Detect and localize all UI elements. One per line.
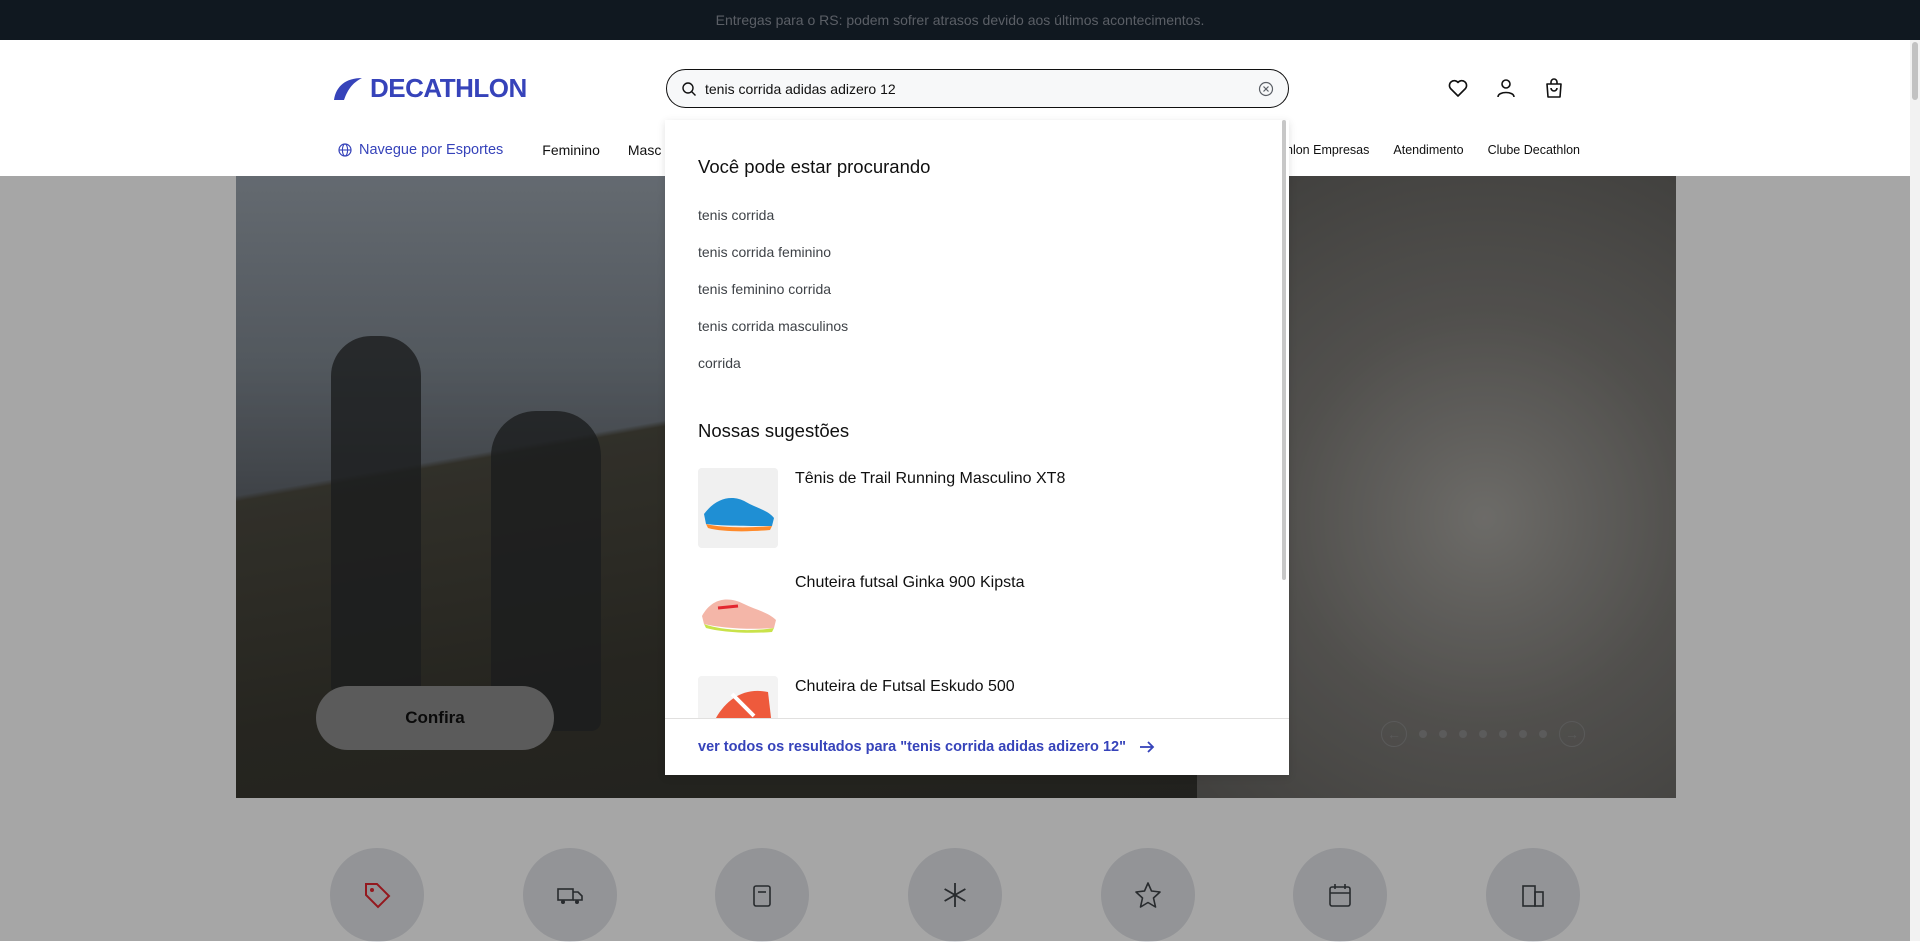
account-button[interactable] [1494,76,1518,100]
browse-sports-label: Navegue por Esportes [359,142,504,158]
products-title: Nossas sugestões [698,420,850,441]
nav-item-feminino[interactable]: Feminino [542,142,600,158]
announcement-banner: Entregas para o RS: podem sofrer atrasos… [0,0,1920,40]
product-thumbnail [698,468,778,548]
header-actions [1446,76,1566,100]
page-scrollbar[interactable] [1910,40,1920,941]
browse-sports-button[interactable]: Navegue por Esportes [338,142,503,158]
logo-mark-icon [334,77,362,100]
see-all-results-link[interactable]: ver todos os resultados para "tenis corr… [665,718,1289,775]
dropdown-scrollbar[interactable] [1282,120,1286,580]
search-suggestion[interactable]: tenis corrida feminino [698,244,831,260]
product-thumbnail [698,572,778,652]
cart-icon [1546,78,1562,98]
nav-item-masculino[interactable]: Masc [628,142,661,158]
announcement-text: Entregas para o RS: podem sofrer atrasos… [715,12,1205,28]
search-suggestion[interactable]: tenis corrida masculinos [698,318,848,334]
suggestions-title: Você pode estar procurando [698,156,931,177]
search-suggestion[interactable]: tenis corrida [698,207,774,223]
secondary-nav: thlon Empresas Atendimento Clube Decathl… [1283,143,1580,157]
globe-icon [338,143,352,157]
clear-search-icon[interactable] [1258,81,1274,97]
search-input[interactable] [705,80,1258,97]
wishlist-button[interactable] [1446,76,1470,100]
nav-item-atendimento[interactable]: Atendimento [1393,143,1463,157]
search-suggestion[interactable]: corrida [698,355,741,371]
user-icon [1497,79,1515,98]
search-dropdown-content[interactable]: Você pode estar procurando tenis corrida… [665,120,1289,718]
product-suggestion[interactable]: Chuteira futsal Ginka 900 Kipsta [698,572,1024,652]
main-nav: Navegue por Esportes Feminino Masc [338,140,661,160]
search-icon [682,81,696,96]
product-thumbnail [698,676,778,718]
product-suggestion[interactable]: Tênis de Trail Running Masculino XT8 [698,468,1065,548]
arrow-right-icon [1139,741,1155,753]
logo-text: DECATHLON [370,73,527,103]
see-all-results-text: ver todos os resultados para "tenis corr… [698,739,1126,755]
cart-button[interactable] [1542,76,1566,100]
search-bar[interactable] [666,69,1289,108]
product-suggestion[interactable]: Chuteira de Futsal Eskudo 500 [698,676,1015,718]
nav-item-clube[interactable]: Clube Decathlon [1488,143,1580,157]
decathlon-logo[interactable]: DECATHLON [330,73,527,104]
page-scrollbar-thumb[interactable] [1912,42,1918,100]
search-dropdown: Você pode estar procurando tenis corrida… [665,120,1289,775]
search-suggestion[interactable]: tenis feminino corrida [698,281,831,297]
heart-icon [1448,79,1468,97]
product-name: Chuteira futsal Ginka 900 Kipsta [795,574,1025,591]
product-name: Tênis de Trail Running Masculino XT8 [795,470,1066,487]
nav-item-empresas[interactable]: thlon Empresas [1283,143,1370,157]
product-name: Chuteira de Futsal Eskudo 500 [795,678,1015,695]
